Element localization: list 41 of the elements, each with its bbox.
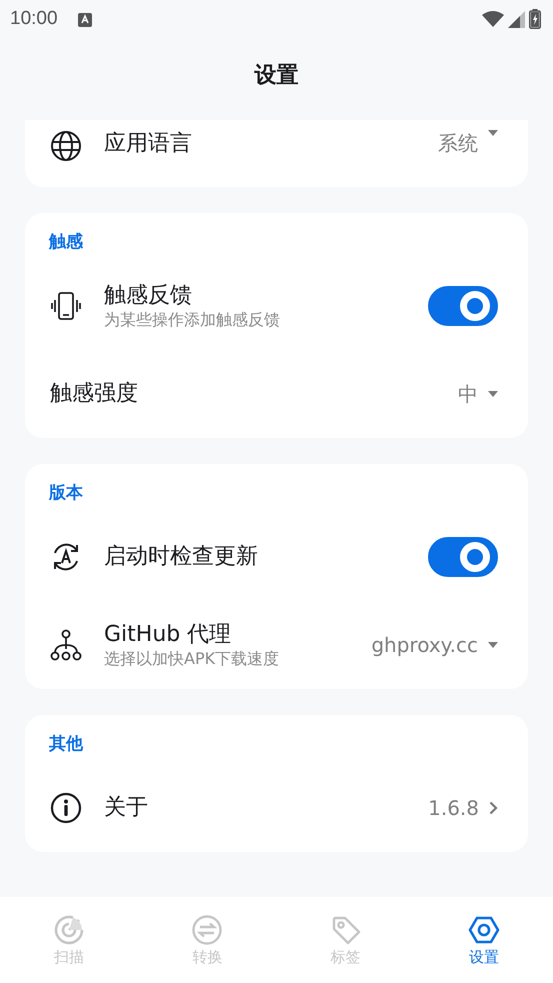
version-text: 1.6.8	[428, 796, 479, 820]
toggle-switch[interactable]	[428, 537, 498, 577]
vibrating-phone-icon	[50, 290, 82, 322]
page-title: 设置	[254, 62, 298, 90]
setting-label: 启动时检查更新	[104, 543, 259, 571]
dropdown-value[interactable]: 系统	[438, 130, 478, 157]
swap-arrows-icon	[191, 914, 224, 946]
dropdown-caret-icon	[488, 130, 498, 136]
setting-label: 触感反馈	[104, 282, 193, 310]
network-tree-icon	[50, 629, 82, 661]
info-icon	[50, 792, 82, 824]
dropdown-caret-icon	[488, 391, 498, 397]
section-header: 版本	[48, 482, 84, 505]
section-header: 触感	[48, 231, 84, 254]
notification-icon	[78, 12, 92, 26]
setting-label: 关于	[104, 794, 149, 822]
settings-row[interactable]: 触感反馈 为某些操作添加触感反馈	[25, 262, 528, 350]
dropdown-caret-icon	[488, 642, 498, 648]
settings-icon	[468, 914, 500, 946]
wifi-icon	[482, 11, 504, 27]
settings-row[interactable]: 触感强度 中	[25, 350, 528, 438]
toggle-switch[interactable]	[428, 286, 498, 326]
setting-description: 为某些操作添加触感反馈	[104, 310, 281, 330]
scan-icon	[53, 914, 86, 946]
dropdown-value[interactable]: 中	[458, 380, 478, 408]
dropdown-value[interactable]: ghproxy.cc	[371, 633, 478, 657]
setting-description: 选择以加快APK下载速度	[104, 649, 280, 669]
setting-label: 应用语言	[104, 130, 193, 158]
status-time: 10:00	[10, 8, 58, 30]
settings-row[interactable]: 启动时检查更新	[25, 513, 528, 601]
setting-label: 触感强度	[50, 380, 139, 408]
signal-icon	[508, 10, 525, 28]
settings-row[interactable]: 应用语言 系统	[25, 120, 528, 187]
chevron-right-icon	[489, 801, 498, 815]
battery-icon	[529, 9, 541, 29]
settings-row[interactable]: GitHub 代理 选择以加快APK下载速度 ghproxy.cc	[25, 601, 528, 689]
nav-tab[interactable]: 设置	[414, 897, 553, 983]
section-header: 其他	[48, 733, 84, 756]
globe-icon	[50, 130, 82, 162]
setting-label: GitHub 代理	[104, 621, 232, 649]
settings-row[interactable]: 关于 1.6.8	[25, 764, 528, 852]
